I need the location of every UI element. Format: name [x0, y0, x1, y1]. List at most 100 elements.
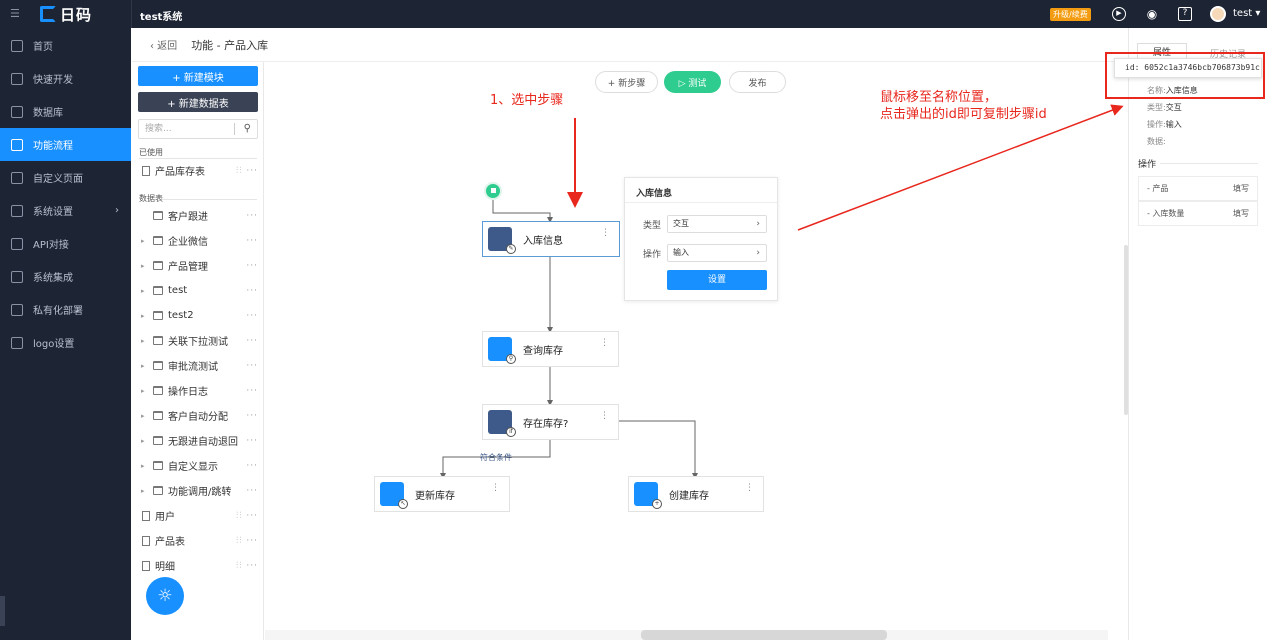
help-icon[interactable]: ?: [1178, 7, 1192, 21]
more-icon[interactable]: ⫶⫶ ···: [236, 511, 258, 521]
tree-folder[interactable]: ▸ 审批流测试 ···: [132, 353, 263, 378]
search-icon[interactable]: ⚲: [244, 120, 251, 138]
folder-icon: [153, 411, 163, 420]
lightbulb-help-button[interactable]: ☼: [146, 577, 184, 615]
tree-folder[interactable]: ▸ 无跟进自动退回 ···: [132, 428, 263, 453]
prop-key: 操作:: [1147, 120, 1166, 129]
test-button[interactable]: ▷ 测试: [664, 71, 721, 93]
more-icon[interactable]: ···: [246, 211, 258, 221]
nav-item-integration[interactable]: 系统集成: [0, 260, 131, 293]
more-icon[interactable]: ···: [246, 236, 258, 246]
nav-item-private-deploy[interactable]: 私有化部署: [0, 293, 131, 326]
flow-node-update[interactable]: ↖ 更新库存 ⋮: [374, 476, 510, 512]
tree-item[interactable]: 产品表 ⫶⫶ ···: [132, 528, 263, 553]
tree-item[interactable]: 用户 ⫶⫶ ···: [132, 503, 263, 528]
more-icon[interactable]: ···: [246, 336, 258, 346]
flow-canvas[interactable]: [265, 62, 1108, 640]
more-icon[interactable]: ···: [246, 361, 258, 371]
ops-row[interactable]: - 入库数量 填写: [1138, 201, 1258, 226]
node-menu-icon[interactable]: ⋮: [491, 483, 500, 493]
tree-folder[interactable]: ▸ test ···: [132, 278, 263, 303]
interaction-step-icon: ✎: [488, 227, 516, 254]
ops-row[interactable]: - 产品 填写: [1138, 176, 1258, 201]
flow-node-condition[interactable]: if 存在库存? ⋮: [482, 404, 619, 440]
node-menu-icon[interactable]: ⋮: [600, 411, 609, 421]
flow-node-create[interactable]: + 创建库存 ⋮: [628, 476, 764, 512]
node-label: 查询库存: [523, 345, 563, 357]
node-menu-icon[interactable]: ⋮: [600, 338, 609, 348]
upgrade-button[interactable]: 升级/续费: [1050, 8, 1091, 21]
page-title: 功能 - 产品入库: [191, 38, 269, 52]
publish-button[interactable]: 发布: [729, 71, 786, 93]
document-icon: [142, 510, 150, 521]
folder-icon: [153, 436, 163, 445]
ops-key: - 入库数量: [1147, 209, 1185, 218]
type-select[interactable]: 交互 ›: [667, 215, 767, 233]
document-icon: [142, 165, 150, 176]
tree-item[interactable]: 明细 ⫶⫶ ···: [132, 553, 263, 578]
flow-icon: [11, 138, 23, 151]
more-icon[interactable]: ···: [246, 286, 258, 296]
tree-folder[interactable]: ▸ test2 ···: [132, 303, 263, 328]
back-link[interactable]: ‹ 返回: [150, 37, 177, 52]
new-module-button[interactable]: + 新建模块: [138, 66, 258, 86]
node-menu-icon[interactable]: ⋮: [601, 228, 610, 238]
more-icon[interactable]: ···: [246, 436, 258, 446]
tree-folder[interactable]: 客户跟进 ···: [132, 203, 263, 228]
folder-icon: [153, 461, 163, 470]
tree-folder[interactable]: ▸ 功能调用/跳转 ···: [132, 478, 263, 503]
user-menu[interactable]: test ▾: [1233, 8, 1260, 19]
operation-select[interactable]: 输入 ›: [667, 244, 767, 262]
tree-folder[interactable]: ▸ 企业微信 ···: [132, 228, 263, 253]
more-icon[interactable]: ···: [246, 461, 258, 471]
nav-item-quick-dev[interactable]: 快速开发: [0, 62, 131, 95]
tree-folder[interactable]: ▸ 客户自动分配 ···: [132, 403, 263, 428]
nav-label: 私有化部署: [33, 306, 83, 317]
image-icon: [11, 336, 23, 349]
more-icon[interactable]: ⫶⫶ ···: [236, 561, 258, 571]
tree-item-used[interactable]: 产品库存表 ⫶⫶ ···: [132, 158, 263, 183]
horizontal-scrollbar[interactable]: [641, 630, 887, 640]
more-icon[interactable]: ···: [246, 261, 258, 271]
database-icon: [11, 105, 23, 118]
tree-folder[interactable]: ▸ 自定义显示 ···: [132, 453, 263, 478]
prop-data: 数据:: [1147, 136, 1166, 147]
avatar[interactable]: [1210, 6, 1226, 22]
nav-item-api[interactable]: API对接: [0, 227, 131, 260]
play-icon[interactable]: ▶: [1112, 7, 1126, 21]
flow-node-inbound[interactable]: ✎ 入库信息 ⋮: [482, 221, 620, 257]
annotation-copy-id: 鼠标移至名称位置， 点击弹出的id即可复制步骤id: [880, 89, 1047, 123]
node-menu-icon[interactable]: ⋮: [745, 483, 754, 493]
nav-item-custom-page[interactable]: 自定义页面: [0, 161, 131, 194]
nav-item-database[interactable]: 数据库: [0, 95, 131, 128]
nav-item-logo-settings[interactable]: logo设置: [0, 326, 131, 359]
more-icon[interactable]: ···: [246, 411, 258, 421]
side-handle[interactable]: [0, 596, 5, 626]
tree-search-input[interactable]: 搜索... ⚲: [138, 119, 258, 139]
caret-icon: ▸: [141, 261, 145, 270]
more-icon[interactable]: ⫶⫶ ···: [236, 166, 258, 176]
server-icon: [11, 303, 23, 316]
caret-icon: ▸: [141, 461, 145, 470]
menu-icon[interactable]: ☰: [10, 8, 22, 20]
tree-folder[interactable]: ▸ 关联下拉测试 ···: [132, 328, 263, 353]
logo: 日码: [40, 5, 93, 24]
nav-item-flow[interactable]: 功能流程: [0, 128, 131, 161]
document-icon: [142, 560, 150, 571]
flow-node-query[interactable]: ⚲ 查询库存 ⋮: [482, 331, 619, 367]
caret-icon: ▸: [141, 311, 145, 320]
flow-start-icon[interactable]: [484, 182, 502, 200]
new-step-button[interactable]: + 新步骤: [595, 71, 658, 93]
preview-icon[interactable]: ◉: [1145, 7, 1159, 21]
nav-item-settings[interactable]: 系统设置 ›: [0, 194, 131, 227]
more-icon[interactable]: ⫶⫶ ···: [236, 536, 258, 546]
tree-folder[interactable]: ▸ 操作日志 ···: [132, 378, 263, 403]
logo-text: 日码: [60, 5, 93, 24]
nav-item-home[interactable]: 首页: [0, 29, 131, 62]
more-icon[interactable]: ···: [246, 486, 258, 496]
more-icon[interactable]: ···: [246, 311, 258, 321]
more-icon[interactable]: ···: [246, 386, 258, 396]
new-table-button[interactable]: + 新建数据表: [138, 92, 258, 112]
tree-folder[interactable]: ▸ 产品管理 ···: [132, 253, 263, 278]
settings-button[interactable]: 设置: [667, 270, 767, 290]
